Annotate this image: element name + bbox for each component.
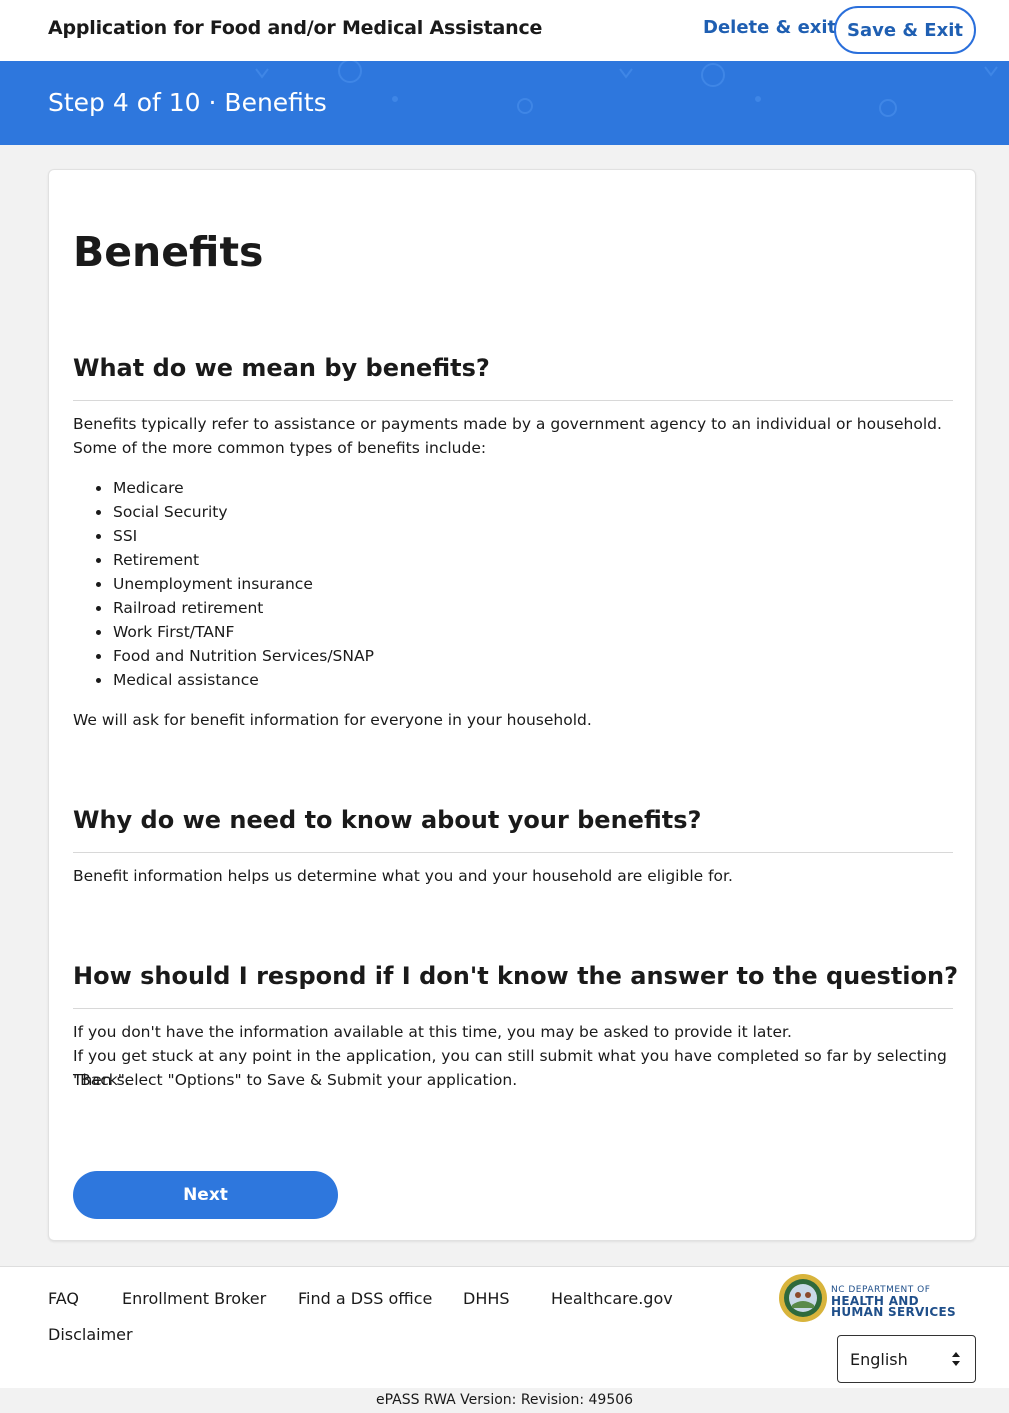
footer-link-faq[interactable]: FAQ [48, 1289, 79, 1308]
footer: FAQ Enrollment Broker Find a DSS office … [0, 1266, 1009, 1388]
list-item: Railroad retirement [96, 596, 374, 620]
section-heading-why-benefits: Why do we need to know about your benefi… [73, 806, 702, 834]
list-item: Food and Nutrition Services/SNAP [96, 644, 374, 668]
section-divider [73, 1008, 953, 1009]
step-indicator: Step 4 of 10 · Benefits [48, 88, 327, 117]
eligibility-text: Benefit information helps us determine w… [73, 867, 733, 885]
step-banner: Step 4 of 10 · Benefits [0, 61, 1009, 145]
select-arrows-icon [952, 1352, 960, 1366]
app-title: Application for Food and/or Medical Assi… [48, 17, 543, 39]
section-heading-what-benefits: What do we mean by benefits? [73, 354, 490, 382]
list-item: Retirement [96, 548, 374, 572]
benefit-types-list: Medicare Social Security SSI Retirement … [96, 476, 374, 692]
next-button[interactable]: Next [73, 1171, 338, 1219]
save-exit-button[interactable]: Save & Exit [834, 6, 976, 54]
dont-know-line-3: Then select "Options" to Save & Submit y… [73, 1071, 518, 1089]
language-select-value: English [850, 1350, 908, 1369]
benefits-intro-text: Benefits typically refer to assistance o… [73, 415, 942, 457]
section-divider [73, 400, 953, 401]
nc-dhhs-seal-icon [779, 1274, 827, 1322]
app-header: Application for Food and/or Medical Assi… [0, 0, 1009, 61]
list-item: Medical assistance [96, 668, 374, 692]
version-info: ePASS RWA Version: Revision: 49506 [0, 1388, 1009, 1413]
nc-dhhs-logo-text: NC DEPARTMENT OF HEALTH AND HUMAN SERVIC… [831, 1285, 956, 1319]
list-item: Work First/TANF [96, 620, 374, 644]
dont-know-line-1: If you don't have the information availa… [73, 1023, 792, 1041]
footer-link-healthcare-gov[interactable]: Healthcare.gov [551, 1289, 673, 1308]
list-item: Unemployment insurance [96, 572, 374, 596]
footer-link-enrollment-broker[interactable]: Enrollment Broker [122, 1289, 266, 1308]
footer-link-disclaimer[interactable]: Disclaimer [48, 1325, 133, 1344]
list-item: Social Security [96, 500, 374, 524]
list-item: SSI [96, 524, 374, 548]
list-item: Medicare [96, 476, 374, 500]
footer-link-find-dss-office[interactable]: Find a DSS office [298, 1289, 432, 1308]
delete-exit-button[interactable]: Delete & exit [703, 17, 836, 38]
household-note-text: We will ask for benefit information for … [73, 711, 592, 729]
language-select[interactable]: English [837, 1335, 976, 1383]
footer-link-dhhs[interactable]: DHHS [463, 1289, 510, 1308]
section-divider [73, 852, 953, 853]
section-heading-dont-know: How should I respond if I don't know the… [73, 962, 959, 990]
content-card: Benefits What do we mean by benefits? Be… [48, 169, 976, 1241]
page-title: Benefits [73, 228, 264, 276]
